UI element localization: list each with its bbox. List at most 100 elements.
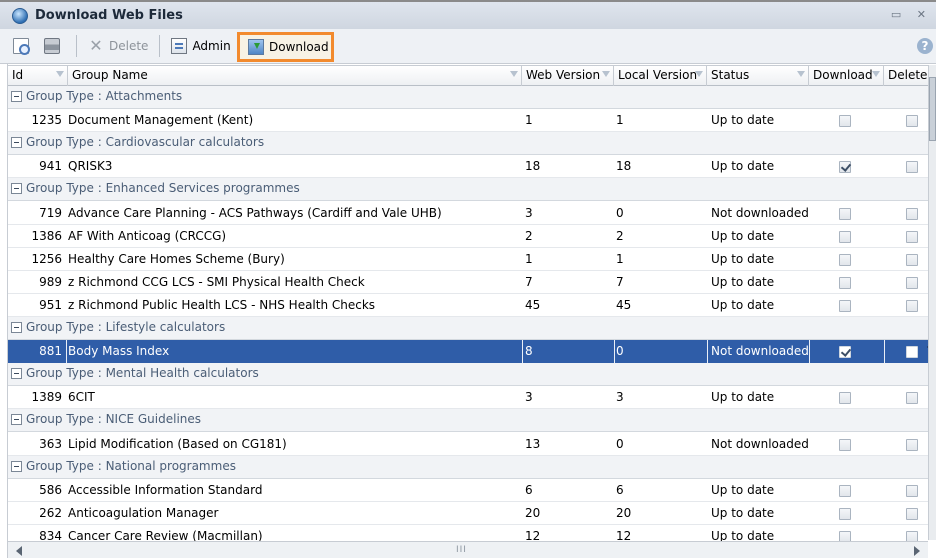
column-header-id[interactable]: Id xyxy=(8,66,68,86)
scroll-left-icon[interactable] xyxy=(16,546,22,556)
column-header-download[interactable]: Download xyxy=(809,66,884,86)
vertical-scroll-thumb[interactable] xyxy=(929,77,936,141)
delete-checkbox[interactable] xyxy=(906,346,918,358)
group-label: Group Type : Attachments xyxy=(26,89,183,103)
scroll-right-icon[interactable] xyxy=(914,546,920,556)
cell-web-version: 13 xyxy=(525,437,541,451)
download-checkbox[interactable] xyxy=(839,439,851,451)
cell-status: Not downloaded xyxy=(711,206,809,220)
download-button[interactable]: Download xyxy=(243,35,334,59)
download-checkbox[interactable] xyxy=(839,485,851,497)
cell-id: 881 xyxy=(39,344,62,358)
collapse-icon[interactable] xyxy=(11,368,22,379)
table-row[interactable]: 363 Lipid Modification (Based on CG181) 13… xyxy=(8,433,928,456)
group-row[interactable]: Group Type : Attachments xyxy=(8,86,928,109)
column-label: Web Version xyxy=(526,68,601,82)
collapse-icon[interactable] xyxy=(11,322,22,333)
collapse-icon[interactable] xyxy=(11,91,22,102)
cell-delete xyxy=(904,386,928,409)
scroll-grip[interactable]: III xyxy=(456,545,467,555)
column-label: Delete xyxy=(888,68,928,82)
filter-icon[interactable] xyxy=(602,71,610,77)
download-checkbox[interactable] xyxy=(839,254,851,266)
cell-id: 951 xyxy=(39,298,62,312)
horizontal-scrollbar[interactable]: III xyxy=(8,541,928,558)
table-row[interactable]: 719 Advance Care Planning - ACS Pathways … xyxy=(8,202,928,225)
table-row[interactable]: 941 QRISK3 18 18 Up to date xyxy=(8,155,928,178)
delete-checkbox[interactable] xyxy=(906,231,918,243)
delete-checkbox[interactable] xyxy=(906,277,918,289)
download-checkbox[interactable] xyxy=(839,531,851,541)
group-row[interactable]: Group Type : NICE Guidelines xyxy=(8,409,928,432)
group-row[interactable]: Group Type : Mental Health calculators xyxy=(8,363,928,386)
admin-button[interactable]: Admin xyxy=(166,34,235,58)
download-checkbox[interactable] xyxy=(839,508,851,520)
vertical-scrollbar[interactable] xyxy=(928,65,936,540)
cell-divider xyxy=(884,340,885,363)
table-row[interactable]: 989 z Richmond CCG LCS - SMI Physical Hea… xyxy=(8,271,928,294)
table-row-selected[interactable]: 881 Body Mass Index 8 0 Not downloaded xyxy=(8,340,928,363)
cell-web-version: 3 xyxy=(525,206,533,220)
delete-checkbox[interactable] xyxy=(906,300,918,312)
column-header-group-name[interactable]: Group Name xyxy=(68,66,522,86)
table-row[interactable]: 1256 Healthy Care Homes Scheme (Bury) 1 1 Up… xyxy=(8,248,928,271)
window-controls[interactable]: ▭ ✕ xyxy=(891,8,932,21)
download-checkbox[interactable] xyxy=(839,392,851,404)
column-header-local-version[interactable]: Local Version xyxy=(614,66,707,86)
column-header-delete[interactable]: Delete xyxy=(884,66,928,86)
filter-icon[interactable] xyxy=(695,71,703,77)
download-checkbox[interactable] xyxy=(839,231,851,243)
preview-button[interactable] xyxy=(8,34,39,58)
table-row[interactable]: 1386 AF With Anticoag (CRCCG) 2 2 Up to date xyxy=(8,225,928,248)
download-checkbox[interactable] xyxy=(839,277,851,289)
collapse-icon[interactable] xyxy=(11,414,22,425)
download-checkbox[interactable] xyxy=(839,300,851,312)
cell-id: 262 xyxy=(39,506,62,520)
filter-icon[interactable] xyxy=(510,71,518,77)
delete-checkbox[interactable] xyxy=(906,254,918,266)
filter-icon[interactable] xyxy=(56,71,64,77)
cell-group-name: Anticoagulation Manager xyxy=(68,506,219,520)
table-row[interactable]: 262 Anticoagulation Manager 20 20 Up to date xyxy=(8,502,928,525)
cell-local-version: 18 xyxy=(616,159,632,173)
delete-checkbox[interactable] xyxy=(906,161,918,173)
table-row[interactable]: 1389 6CIT 3 3 Up to date xyxy=(8,386,928,409)
table-row[interactable]: 834 Cancer Care Review (Macmillan) 12 12 Up … xyxy=(8,525,928,541)
column-header-status[interactable]: Status xyxy=(707,66,809,86)
cell-delete xyxy=(904,271,928,294)
column-label: Local Version xyxy=(618,68,698,82)
delete-checkbox[interactable] xyxy=(906,531,918,541)
download-checkbox[interactable] xyxy=(839,115,851,127)
collapse-icon[interactable] xyxy=(11,183,22,194)
table-row[interactable]: 586 Accessible Information Standard 6 6 Up t… xyxy=(8,479,928,502)
download-checkbox[interactable] xyxy=(839,161,851,173)
help-icon[interactable]: ? xyxy=(917,38,933,54)
cell-local-version: 0 xyxy=(616,437,624,451)
collapse-icon[interactable] xyxy=(11,137,22,148)
collapse-icon[interactable] xyxy=(11,461,22,472)
delete-checkbox[interactable] xyxy=(906,485,918,497)
column-header-web-version[interactable]: Web Version xyxy=(522,66,614,86)
cell-web-version: 3 xyxy=(525,390,533,404)
group-row[interactable]: Group Type : Cardiovascular calculators xyxy=(8,132,928,155)
cell-id: 1389 xyxy=(31,390,62,404)
download-checkbox[interactable] xyxy=(839,208,851,220)
delete-checkbox[interactable] xyxy=(906,208,918,220)
cell-group-name: Advance Care Planning - ACS Pathways (Ca… xyxy=(68,206,442,220)
table-row[interactable]: 951 z Richmond Public Health LCS - NHS He… xyxy=(8,294,928,317)
filter-icon[interactable] xyxy=(797,71,805,77)
delete-checkbox[interactable] xyxy=(906,392,918,404)
group-row[interactable]: Group Type : Enhanced Services programme… xyxy=(8,178,928,201)
delete-button[interactable]: ✕ Delete xyxy=(83,34,153,58)
delete-checkbox[interactable] xyxy=(906,508,918,520)
download-checkbox[interactable] xyxy=(839,346,851,358)
group-row[interactable]: Group Type : National programmes xyxy=(8,456,928,479)
group-row[interactable]: Group Type : Lifestyle calculators xyxy=(8,317,928,340)
delete-checkbox[interactable] xyxy=(906,115,918,127)
delete-checkbox[interactable] xyxy=(906,439,918,451)
table-row[interactable]: 1235 Document Management (Kent) 1 1 Up to da… xyxy=(8,109,928,132)
cell-status: Up to date xyxy=(711,229,775,243)
cell-download xyxy=(828,433,868,456)
filter-icon[interactable] xyxy=(872,71,880,77)
print-button[interactable] xyxy=(39,34,70,58)
